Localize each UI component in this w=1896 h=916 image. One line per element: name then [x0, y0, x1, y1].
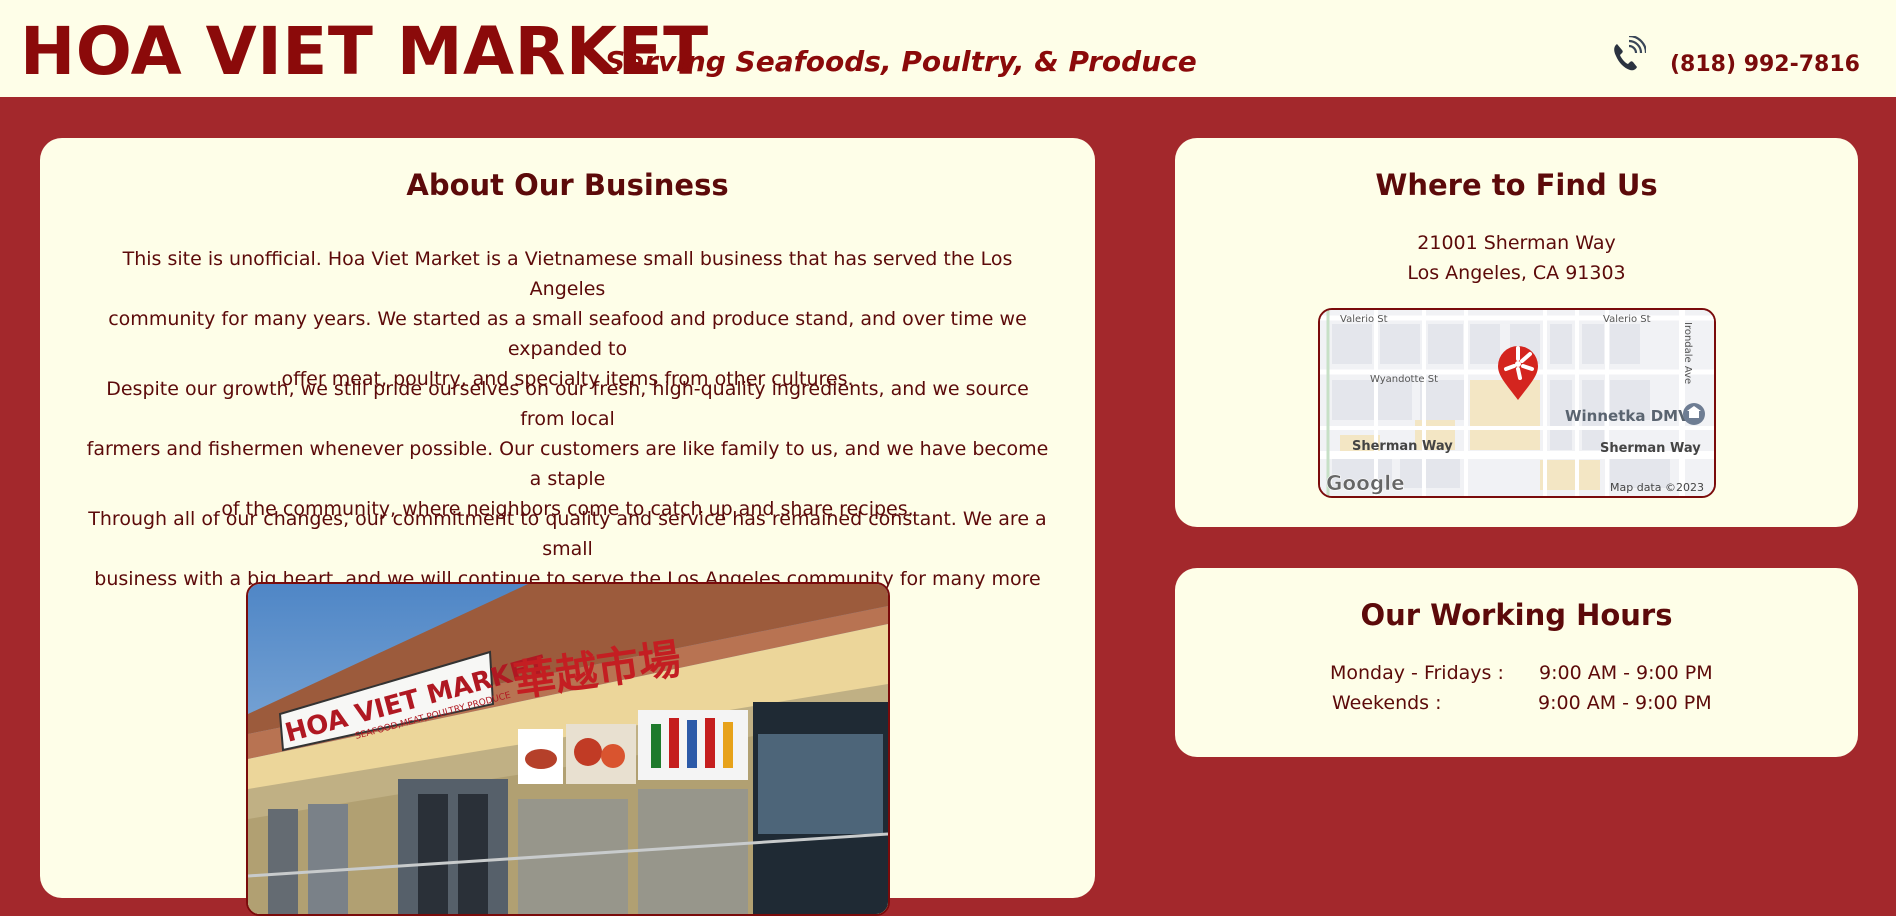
- hours-time-weekdays: 9:00 AM - 9:00 PM: [1539, 662, 1713, 684]
- about-card: About Our Business This site is unoffici…: [40, 138, 1095, 916]
- about-p3-line1: Through all of our changes, our commitme…: [88, 508, 1047, 560]
- map-attribution: Map data ©2023: [1610, 481, 1704, 494]
- map-label-valerio-left: Valerio St: [1340, 314, 1388, 325]
- top-bar: HOA VIET MARKET Serving Seafoods, Poultr…: [0, 0, 1896, 97]
- map-label-valerio-right: Valerio St: [1603, 314, 1651, 325]
- site-tagline: Serving Seafoods, Poultry, & Produce: [605, 45, 1197, 78]
- map-label-wyandotte: Wyandotte St: [1370, 374, 1438, 385]
- about-p1-line1: This site is unofficial. Hoa Viet Market…: [122, 248, 1013, 300]
- address-line-1: 21001 Sherman Way: [1417, 232, 1616, 254]
- map-label-dmv: Winnetka DMV: [1565, 407, 1690, 425]
- hours-day-weekdays: Monday - Fridays :: [1330, 662, 1504, 684]
- about-p1-line2: community for many years. We started as …: [108, 308, 1027, 360]
- address-line-2: Los Angeles, CA 91303: [1407, 262, 1626, 284]
- hours-title: Our Working Hours: [1360, 598, 1673, 632]
- map-label-sherman-right: Sherman Way: [1600, 441, 1701, 456]
- storefront-illustration: HOA VIET MARKET SEAFOOD,MEAT,POULTRY,PRO…: [248, 584, 888, 914]
- about-paragraph-2: Despite our growth, we still pride ourse…: [85, 374, 1050, 524]
- dmv-marker-icon[interactable]: [1683, 403, 1705, 425]
- location-map[interactable]: Valerio St Valerio St Wyandotte St Irond…: [1318, 308, 1716, 498]
- phone-icon[interactable]: [1610, 36, 1646, 76]
- map-canvas[interactable]: Valerio St Valerio St Wyandotte St Irond…: [1320, 310, 1714, 496]
- hours-time-weekends: 9:00 AM - 9:00 PM: [1538, 692, 1712, 714]
- hours-day-weekends: Weekends :: [1332, 692, 1442, 714]
- phone-number[interactable]: (818) 992-7816: [1670, 52, 1860, 77]
- about-p2-line2: farmers and fishermen whenever possible.…: [86, 438, 1049, 490]
- about-paragraph-1: This site is unofficial. Hoa Viet Market…: [85, 244, 1050, 394]
- hours-card: Our Working Hours Monday - Fridays : 9:0…: [1175, 568, 1858, 757]
- google-logo: Google: [1326, 471, 1405, 495]
- about-p2-line1: Despite our growth, we still pride ourse…: [106, 378, 1029, 430]
- location-title: Where to Find Us: [1375, 168, 1658, 202]
- storefront-photo: HOA VIET MARKET SEAFOOD,MEAT,POULTRY,PRO…: [246, 582, 890, 916]
- map-label-irondale: Irondale Ave: [1682, 322, 1693, 384]
- map-label-sherman-left: Sherman Way: [1352, 439, 1453, 454]
- about-title: About Our Business: [406, 168, 729, 202]
- location-card: Where to Find Us 21001 Sherman Way Los A…: [1175, 138, 1858, 527]
